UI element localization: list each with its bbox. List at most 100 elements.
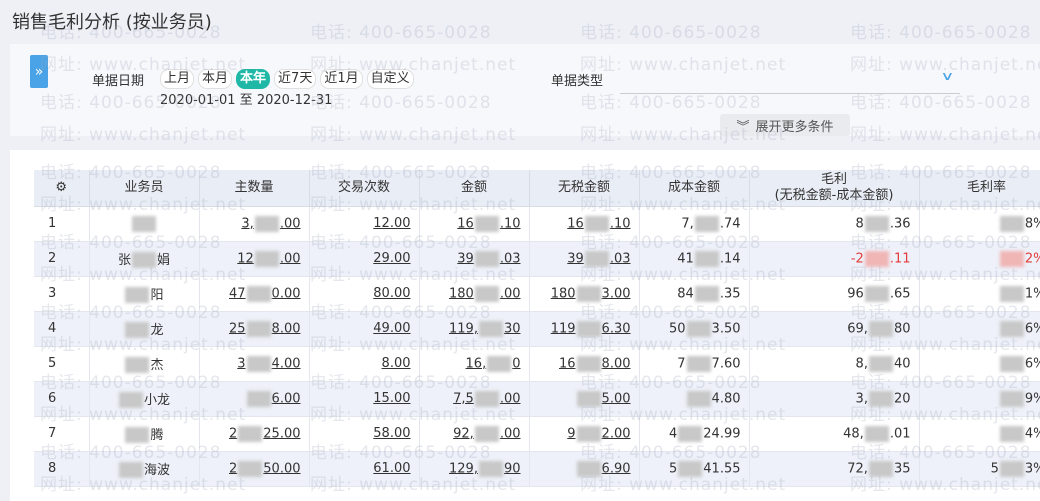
- cell-trade-count[interactable]: 12.00: [309, 206, 420, 242]
- cell-salesperson: [89, 206, 200, 242]
- redacted-blur: [118, 392, 143, 409]
- table-row[interactable]: 7腾225.0058.0092,.0092.00424.9948,.014%: [34, 416, 1040, 452]
- cell-cost-part-b: 4.80: [711, 391, 741, 406]
- cell-profit: -2 .11: [749, 241, 920, 277]
- cell-amount[interactable]: 92, .00: [419, 416, 530, 452]
- cell-trade-count[interactable]: 61.00: [309, 451, 420, 487]
- date-filter-label: 单据日期: [92, 74, 145, 89]
- cell-amount[interactable]: 16, 0: [419, 346, 530, 382]
- cell-net-amount[interactable]: 9 2.00: [529, 416, 640, 452]
- cell-amount-part-a: 16,: [465, 356, 487, 371]
- table-row[interactable]: 3阳470.0080.00180.001803.0084.3596.651%: [34, 276, 1040, 312]
- cell-quantity[interactable]: 6.00: [199, 381, 310, 417]
- date-option-3[interactable]: 近7天: [274, 69, 317, 89]
- table-row[interactable]: 8海波250.0061.00129,906.90541.5572,3553%: [34, 451, 1040, 487]
- cell-quantity[interactable]: 3 4.00: [199, 346, 310, 382]
- redacted-blur: [576, 320, 601, 337]
- table-row[interactable]: 13,.0012.0016.1016.107,.748.368%: [34, 206, 1040, 242]
- cell-amount[interactable]: 119, 30: [419, 311, 530, 347]
- cell-trade-count[interactable]: 15.00: [309, 381, 420, 417]
- cell-quantity-part-a: 12: [237, 251, 254, 266]
- cell-trade-count[interactable]: 8.00: [309, 346, 420, 382]
- cell-trade-count[interactable]: 58.00: [309, 416, 420, 452]
- cell-cost-part-a: 41: [677, 251, 694, 266]
- date-range-text[interactable]: 2020-01-01 至 2020-12-31: [160, 89, 332, 108]
- redacted-blur: [487, 355, 512, 372]
- cell-cost: 7, .74: [639, 206, 750, 242]
- redacted-blur: [132, 215, 156, 232]
- date-option-5[interactable]: 自定义: [366, 69, 414, 89]
- redacted-blur: [864, 285, 889, 302]
- cell-amount[interactable]: 7,5 .00: [419, 381, 530, 417]
- cell-quantity[interactable]: 12.00: [199, 241, 310, 277]
- cell-trade-count[interactable]: 80.00: [309, 276, 420, 312]
- cell-cost-part-b: 24.99: [703, 426, 741, 441]
- col-header-amount[interactable]: 金额: [419, 170, 530, 207]
- cell-profit-part-a: 8: [855, 216, 864, 231]
- table-row[interactable]: 2张娟12.0029.0039.0339.0341.14-2.112%: [34, 241, 1040, 277]
- cell-amount-part-a: 180: [448, 286, 474, 301]
- redacted-blur: [678, 425, 703, 442]
- col-header-quantity[interactable]: 主数量: [199, 170, 310, 207]
- column-settings-icon[interactable]: ⚙: [34, 170, 90, 207]
- cell-profit-part-a: 72,: [847, 461, 868, 476]
- cell-net-amount[interactable]: 16 8.00: [529, 346, 640, 382]
- cell-profit-rate-part-b: 6%: [1024, 321, 1040, 336]
- cell-net-amount[interactable]: 180 3.00: [529, 276, 640, 312]
- table-row[interactable]: 4龙258.0049.00119,301196.30503.5069,806%: [34, 311, 1040, 347]
- cell-net-amount[interactable]: 119 6.30: [529, 311, 640, 347]
- double-chevron-right-icon[interactable]: »: [30, 55, 48, 88]
- col-header-profit[interactable]: 毛利 (无税金额-成本金额): [749, 170, 920, 207]
- col-header-trade-count[interactable]: 交易次数: [309, 170, 420, 207]
- table-row[interactable]: 5杰34.008.0016,0168.0077.608,406%: [34, 346, 1040, 382]
- date-option-2[interactable]: 本年: [236, 69, 271, 89]
- cell-quantity-part-b: 25.00: [263, 426, 301, 441]
- doc-type-select[interactable]: ∨: [620, 64, 960, 94]
- cell-quantity[interactable]: 2 25.00: [199, 416, 310, 452]
- cell-amount-part-a: 129,: [449, 461, 478, 476]
- redacted-blur: [868, 460, 893, 477]
- date-quick-options: 上月 本月 本年 近7天 近1月 自定义: [160, 69, 414, 89]
- redacted-blur: [474, 250, 499, 267]
- cell-net-amount[interactable]: 5.00: [529, 381, 640, 417]
- cell-quantity-part-a: 3: [237, 356, 246, 371]
- date-option-4[interactable]: 近1月: [320, 69, 363, 89]
- cell-amount[interactable]: 16.10: [419, 206, 530, 242]
- cell-trade-count[interactable]: 49.00: [309, 311, 420, 347]
- cell-quantity-part-b: 8.00: [271, 321, 301, 336]
- cell-profit-rate-part-b: 3%: [1024, 461, 1040, 476]
- expand-more-conditions-button[interactable]: ︾ 展开更多条件: [720, 114, 850, 136]
- redacted-blur: [999, 425, 1024, 442]
- cell-amount[interactable]: 180.00: [419, 276, 530, 312]
- cell-net-amount[interactable]: 39.03: [529, 241, 640, 277]
- cell-quantity[interactable]: 25 8.00: [199, 311, 310, 347]
- cell-quantity[interactable]: 47 0.00: [199, 276, 310, 312]
- cell-amount[interactable]: 129, 90: [419, 451, 530, 487]
- cell-quantity[interactable]: 2 50.00: [199, 451, 310, 487]
- cell-salesperson-part-b: 杰: [150, 357, 164, 373]
- col-header-salesperson[interactable]: 业务员: [89, 170, 200, 207]
- cell-profit-rate: 9%: [919, 381, 1040, 417]
- cell-cost: 84.35: [639, 276, 750, 312]
- sales-profit-table: ⚙ 业务员 主数量 交易次数 金额 无税金额 成本金额 毛利 (无税金额-成本金…: [34, 170, 1040, 487]
- cell-cost-part-a: 50: [669, 321, 686, 336]
- redacted-blur: [999, 215, 1024, 232]
- redacted-blur: [576, 285, 601, 302]
- cell-amount[interactable]: 39.03: [419, 241, 530, 277]
- cell-amount-part-b: 0: [512, 356, 521, 371]
- cell-amount-part-b: 30: [503, 321, 521, 336]
- cell-net-amount[interactable]: 16.10: [529, 206, 640, 242]
- cell-salesperson-part-b: 阳: [150, 287, 164, 303]
- cell-net-amount[interactable]: 6.90: [529, 451, 640, 487]
- cell-cost: 4 24.99: [639, 416, 750, 452]
- date-option-0[interactable]: 上月: [160, 69, 195, 89]
- profit-header-title: 毛利: [820, 171, 847, 187]
- col-header-profit-rate[interactable]: 毛利率: [919, 170, 1040, 207]
- col-header-net-amount[interactable]: 无税金额: [529, 170, 640, 207]
- cell-amount-part-b: .10: [499, 216, 521, 231]
- col-header-cost[interactable]: 成本金额: [639, 170, 750, 207]
- table-row[interactable]: 6小龙6.0015.007,5.005.004.803,209%: [34, 381, 1040, 417]
- date-option-1[interactable]: 本月: [198, 69, 233, 89]
- cell-quantity[interactable]: 3, .00: [199, 206, 310, 242]
- cell-trade-count[interactable]: 29.00: [309, 241, 420, 277]
